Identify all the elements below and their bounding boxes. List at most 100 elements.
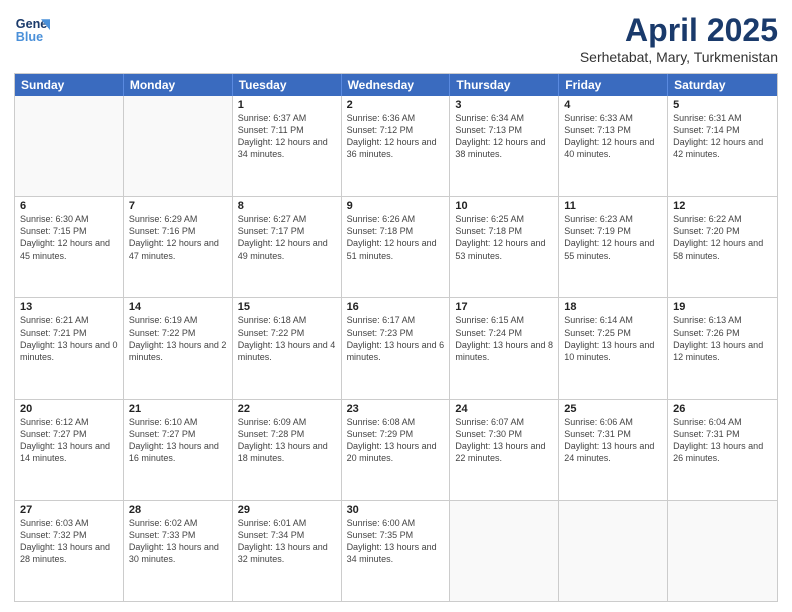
header-friday: Friday [559, 74, 668, 96]
cell-info-r3-c0: Sunrise: 6:12 AM Sunset: 7:27 PM Dayligh… [20, 416, 118, 465]
cell-date-r1-c2: 8 [238, 200, 336, 212]
cell-r3-c4: 24Sunrise: 6:07 AM Sunset: 7:30 PM Dayli… [450, 400, 559, 500]
cell-r3-c3: 23Sunrise: 6:08 AM Sunset: 7:29 PM Dayli… [342, 400, 451, 500]
cell-r3-c0: 20Sunrise: 6:12 AM Sunset: 7:27 PM Dayli… [15, 400, 124, 500]
cell-info-r1-c2: Sunrise: 6:27 AM Sunset: 7:17 PM Dayligh… [238, 213, 336, 262]
cell-r0-c3: 2Sunrise: 6:36 AM Sunset: 7:12 PM Daylig… [342, 96, 451, 196]
cell-date-r4-c2: 29 [238, 504, 336, 516]
cell-date-r3-c2: 22 [238, 403, 336, 415]
cell-date-r2-c4: 17 [455, 301, 553, 313]
cell-date-r2-c1: 14 [129, 301, 227, 313]
cell-info-r1-c3: Sunrise: 6:26 AM Sunset: 7:18 PM Dayligh… [347, 213, 445, 262]
cell-r1-c0: 6Sunrise: 6:30 AM Sunset: 7:15 PM Daylig… [15, 197, 124, 297]
cell-r4-c4 [450, 501, 559, 601]
cell-r0-c4: 3Sunrise: 6:34 AM Sunset: 7:13 PM Daylig… [450, 96, 559, 196]
cell-date-r0-c2: 1 [238, 99, 336, 111]
cell-date-r1-c6: 12 [673, 200, 772, 212]
cell-r1-c5: 11Sunrise: 6:23 AM Sunset: 7:19 PM Dayli… [559, 197, 668, 297]
cell-date-r1-c1: 7 [129, 200, 227, 212]
cell-r0-c2: 1Sunrise: 6:37 AM Sunset: 7:11 PM Daylig… [233, 96, 342, 196]
cell-date-r3-c3: 23 [347, 403, 445, 415]
title-block: April 2025 Serhetabat, Mary, Turkmenista… [580, 12, 778, 65]
cell-r4-c1: 28Sunrise: 6:02 AM Sunset: 7:33 PM Dayli… [124, 501, 233, 601]
cell-info-r2-c2: Sunrise: 6:18 AM Sunset: 7:22 PM Dayligh… [238, 314, 336, 363]
header-saturday: Saturday [668, 74, 777, 96]
cell-date-r4-c0: 27 [20, 504, 118, 516]
header: General Blue April 2025 Serhetabat, Mary… [14, 12, 778, 65]
cell-date-r3-c5: 25 [564, 403, 662, 415]
cell-r3-c2: 22Sunrise: 6:09 AM Sunset: 7:28 PM Dayli… [233, 400, 342, 500]
cell-info-r1-c0: Sunrise: 6:30 AM Sunset: 7:15 PM Dayligh… [20, 213, 118, 262]
cell-info-r0-c3: Sunrise: 6:36 AM Sunset: 7:12 PM Dayligh… [347, 112, 445, 161]
cell-date-r2-c5: 18 [564, 301, 662, 313]
calendar-row-0: 1Sunrise: 6:37 AM Sunset: 7:11 PM Daylig… [15, 96, 777, 197]
cell-info-r2-c1: Sunrise: 6:19 AM Sunset: 7:22 PM Dayligh… [129, 314, 227, 363]
cell-r0-c1 [124, 96, 233, 196]
cell-info-r2-c4: Sunrise: 6:15 AM Sunset: 7:24 PM Dayligh… [455, 314, 553, 363]
cell-info-r0-c4: Sunrise: 6:34 AM Sunset: 7:13 PM Dayligh… [455, 112, 553, 161]
cell-info-r3-c5: Sunrise: 6:06 AM Sunset: 7:31 PM Dayligh… [564, 416, 662, 465]
cell-r1-c1: 7Sunrise: 6:29 AM Sunset: 7:16 PM Daylig… [124, 197, 233, 297]
cell-date-r4-c1: 28 [129, 504, 227, 516]
cell-info-r1-c4: Sunrise: 6:25 AM Sunset: 7:18 PM Dayligh… [455, 213, 553, 262]
cell-r3-c5: 25Sunrise: 6:06 AM Sunset: 7:31 PM Dayli… [559, 400, 668, 500]
cell-r1-c6: 12Sunrise: 6:22 AM Sunset: 7:20 PM Dayli… [668, 197, 777, 297]
header-tuesday: Tuesday [233, 74, 342, 96]
cell-date-r4-c3: 30 [347, 504, 445, 516]
cell-r3-c6: 26Sunrise: 6:04 AM Sunset: 7:31 PM Dayli… [668, 400, 777, 500]
cell-date-r3-c1: 21 [129, 403, 227, 415]
cell-r4-c3: 30Sunrise: 6:00 AM Sunset: 7:35 PM Dayli… [342, 501, 451, 601]
cell-date-r2-c6: 19 [673, 301, 772, 313]
cell-info-r0-c6: Sunrise: 6:31 AM Sunset: 7:14 PM Dayligh… [673, 112, 772, 161]
page: General Blue April 2025 Serhetabat, Mary… [0, 0, 792, 612]
cell-r0-c6: 5Sunrise: 6:31 AM Sunset: 7:14 PM Daylig… [668, 96, 777, 196]
cell-r4-c5 [559, 501, 668, 601]
cell-r2-c0: 13Sunrise: 6:21 AM Sunset: 7:21 PM Dayli… [15, 298, 124, 398]
header-sunday: Sunday [15, 74, 124, 96]
cell-date-r1-c4: 10 [455, 200, 553, 212]
cell-info-r2-c3: Sunrise: 6:17 AM Sunset: 7:23 PM Dayligh… [347, 314, 445, 363]
cell-info-r2-c0: Sunrise: 6:21 AM Sunset: 7:21 PM Dayligh… [20, 314, 118, 363]
cell-info-r3-c3: Sunrise: 6:08 AM Sunset: 7:29 PM Dayligh… [347, 416, 445, 465]
logo: General Blue [14, 12, 50, 48]
cell-r0-c0 [15, 96, 124, 196]
cell-r2-c4: 17Sunrise: 6:15 AM Sunset: 7:24 PM Dayli… [450, 298, 559, 398]
cell-date-r0-c5: 4 [564, 99, 662, 111]
cell-date-r2-c2: 15 [238, 301, 336, 313]
cell-info-r3-c1: Sunrise: 6:10 AM Sunset: 7:27 PM Dayligh… [129, 416, 227, 465]
cell-r4-c2: 29Sunrise: 6:01 AM Sunset: 7:34 PM Dayli… [233, 501, 342, 601]
cell-date-r2-c3: 16 [347, 301, 445, 313]
cell-r2-c2: 15Sunrise: 6:18 AM Sunset: 7:22 PM Dayli… [233, 298, 342, 398]
calendar-row-2: 13Sunrise: 6:21 AM Sunset: 7:21 PM Dayli… [15, 298, 777, 399]
cell-info-r4-c2: Sunrise: 6:01 AM Sunset: 7:34 PM Dayligh… [238, 517, 336, 566]
header-wednesday: Wednesday [342, 74, 451, 96]
cell-r0-c5: 4Sunrise: 6:33 AM Sunset: 7:13 PM Daylig… [559, 96, 668, 196]
cell-r1-c4: 10Sunrise: 6:25 AM Sunset: 7:18 PM Dayli… [450, 197, 559, 297]
svg-text:Blue: Blue [16, 30, 43, 44]
calendar-row-4: 27Sunrise: 6:03 AM Sunset: 7:32 PM Dayli… [15, 501, 777, 601]
cell-info-r4-c0: Sunrise: 6:03 AM Sunset: 7:32 PM Dayligh… [20, 517, 118, 566]
cell-r4-c6 [668, 501, 777, 601]
cell-info-r3-c6: Sunrise: 6:04 AM Sunset: 7:31 PM Dayligh… [673, 416, 772, 465]
calendar: Sunday Monday Tuesday Wednesday Thursday… [14, 73, 778, 602]
cell-date-r0-c6: 5 [673, 99, 772, 111]
cell-date-r3-c0: 20 [20, 403, 118, 415]
cell-r2-c6: 19Sunrise: 6:13 AM Sunset: 7:26 PM Dayli… [668, 298, 777, 398]
day-headers: Sunday Monday Tuesday Wednesday Thursday… [15, 74, 777, 96]
cell-info-r2-c5: Sunrise: 6:14 AM Sunset: 7:25 PM Dayligh… [564, 314, 662, 363]
cell-info-r3-c2: Sunrise: 6:09 AM Sunset: 7:28 PM Dayligh… [238, 416, 336, 465]
cell-date-r3-c6: 26 [673, 403, 772, 415]
cell-r2-c3: 16Sunrise: 6:17 AM Sunset: 7:23 PM Dayli… [342, 298, 451, 398]
cell-r1-c3: 9Sunrise: 6:26 AM Sunset: 7:18 PM Daylig… [342, 197, 451, 297]
cell-info-r3-c4: Sunrise: 6:07 AM Sunset: 7:30 PM Dayligh… [455, 416, 553, 465]
cell-date-r1-c3: 9 [347, 200, 445, 212]
cell-date-r2-c0: 13 [20, 301, 118, 313]
cell-info-r1-c6: Sunrise: 6:22 AM Sunset: 7:20 PM Dayligh… [673, 213, 772, 262]
cell-info-r4-c3: Sunrise: 6:00 AM Sunset: 7:35 PM Dayligh… [347, 517, 445, 566]
cell-r1-c2: 8Sunrise: 6:27 AM Sunset: 7:17 PM Daylig… [233, 197, 342, 297]
cell-r2-c1: 14Sunrise: 6:19 AM Sunset: 7:22 PM Dayli… [124, 298, 233, 398]
cell-date-r1-c0: 6 [20, 200, 118, 212]
cell-r2-c5: 18Sunrise: 6:14 AM Sunset: 7:25 PM Dayli… [559, 298, 668, 398]
calendar-body: 1Sunrise: 6:37 AM Sunset: 7:11 PM Daylig… [15, 96, 777, 601]
calendar-row-3: 20Sunrise: 6:12 AM Sunset: 7:27 PM Dayli… [15, 400, 777, 501]
